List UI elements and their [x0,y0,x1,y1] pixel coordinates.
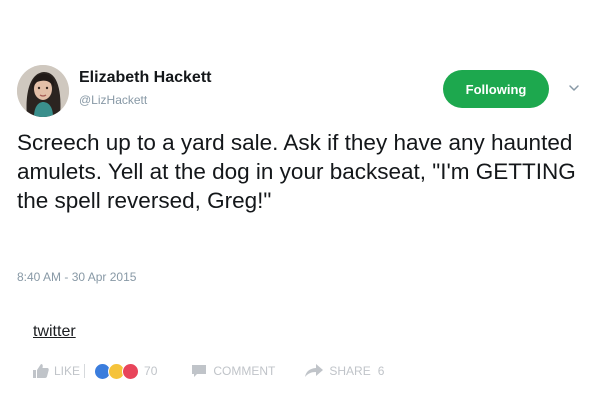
reaction-count: 70 [144,364,158,378]
action-bar: LIKE 70 COMMENT SHARE 6 [33,361,384,381]
divider [84,364,86,378]
share-button[interactable]: SHARE 6 [305,364,384,378]
love-reaction-icon [122,362,140,380]
share-label: SHARE [329,364,371,378]
like-button[interactable]: LIKE [33,364,80,378]
comment-button[interactable]: COMMENT [191,364,275,378]
comment-label: COMMENT [213,364,276,378]
share-count: 6 [377,364,385,378]
share-icon [305,364,324,377]
following-button[interactable]: Following [443,70,549,108]
like-icon [33,364,49,378]
tweet-text: Screech up to a yard sale. Ask if they h… [17,130,576,213]
avatar-image [17,65,69,117]
like-label: LIKE [54,364,81,378]
reactions-summary[interactable]: 70 [94,362,158,380]
comment-icon [192,365,207,377]
avatar[interactable] [17,65,69,117]
user-name[interactable]: Elizabeth Hackett [79,69,211,87]
source-link[interactable]: twitter [33,323,76,341]
user-handle[interactable]: @LizHackett [79,93,147,107]
chevron-down-icon[interactable] [566,80,582,96]
tweet-timestamp[interactable]: 8:40 AM - 30 Apr 2015 [17,270,136,284]
